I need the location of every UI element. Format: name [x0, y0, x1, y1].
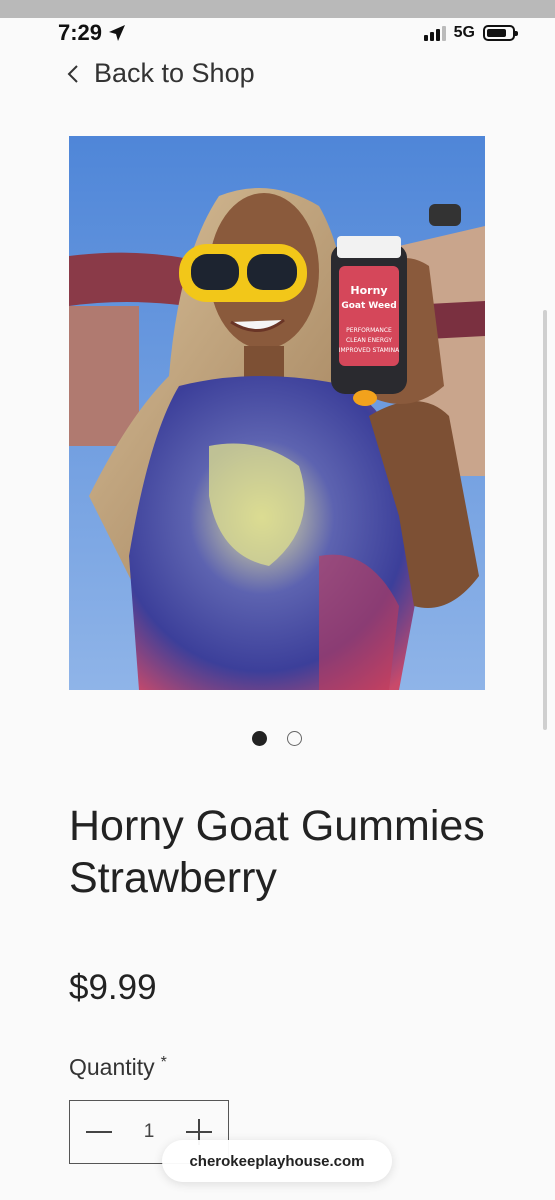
bottle-label-2: Goat Weed [341, 301, 396, 311]
browser-url-bar[interactable]: cherokeeplayhouse.com [162, 1140, 392, 1182]
page-scrollbar[interactable] [543, 310, 547, 730]
bottle-label-5: IMPROVED STAMINA [339, 347, 400, 354]
url-text: cherokeeplayhouse.com [189, 1152, 365, 1170]
bottle-label-1: Horny [350, 284, 387, 297]
decrease-quantity-button[interactable] [86, 1119, 112, 1145]
location-arrow-icon [109, 25, 126, 41]
back-to-shop-label: Back to Shop [94, 58, 255, 88]
top-shade [0, 0, 555, 18]
quantity-value[interactable]: 1 [144, 1121, 155, 1143]
gallery-dot-1[interactable] [252, 731, 267, 746]
status-bar: 7:29 5G [0, 18, 555, 52]
gallery-dot-2[interactable] [287, 731, 302, 746]
status-time: 7:29 [58, 20, 126, 46]
cell-signal-icon [423, 25, 446, 41]
required-marker: * [160, 1054, 167, 1071]
bottle-label-4: CLEAN ENERGY [346, 337, 392, 344]
status-indicators: 5G [423, 24, 518, 42]
quantity-label: Quantity * [69, 1054, 167, 1080]
bottle-label-3: PERFORMANCE [346, 327, 392, 334]
chevron-left-icon [67, 64, 78, 83]
gallery-pagination [252, 731, 302, 746]
product-title: Horny Goat Gummies Strawberry [69, 802, 485, 902]
product-photo: Horny Goat Weed PERFORMANCE CLEAN ENERGY… [69, 136, 485, 690]
product-image[interactable]: Horny Goat Weed PERFORMANCE CLEAN ENERGY… [69, 136, 485, 690]
network-label: 5G [453, 24, 475, 41]
back-to-shop-link[interactable]: Back to Shop [66, 58, 255, 89]
product-price: $9.99 [69, 968, 157, 1007]
battery-icon [483, 25, 518, 41]
